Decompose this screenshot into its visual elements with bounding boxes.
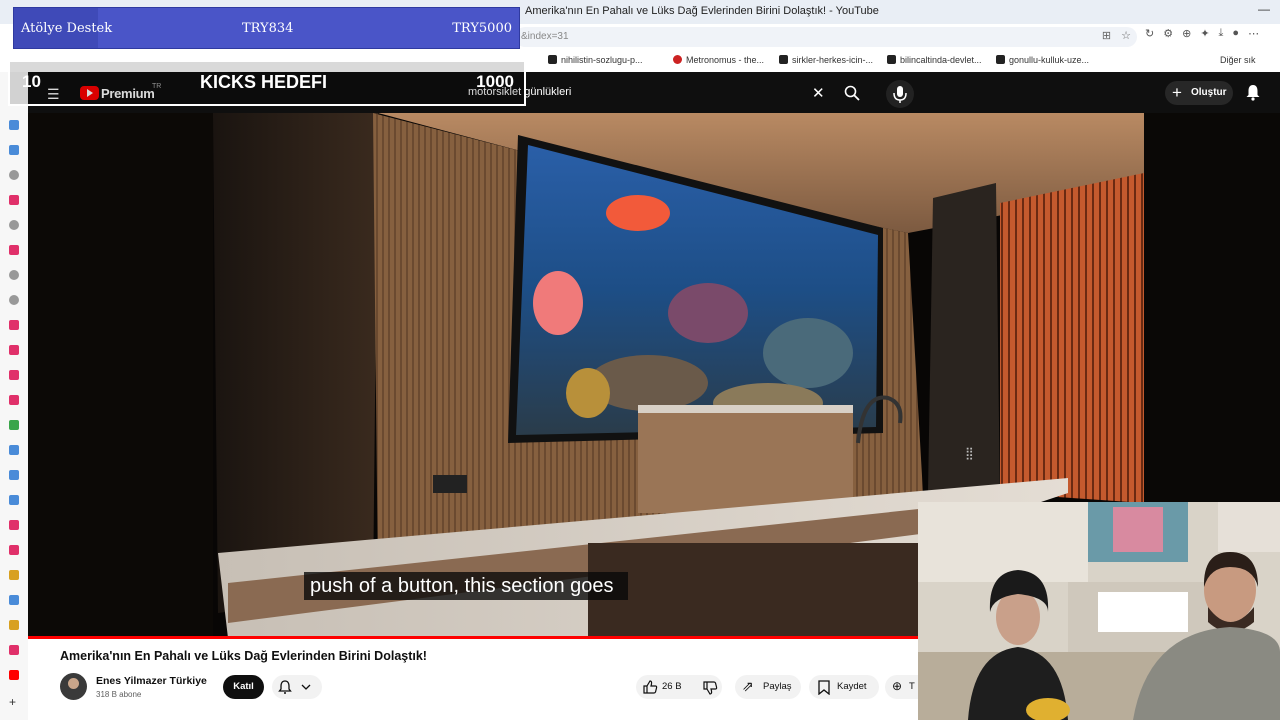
notifications-bell-icon[interactable]	[1245, 84, 1261, 101]
thanks-label: T	[909, 681, 915, 692]
webcam-feed	[918, 502, 1280, 720]
bell-icon	[278, 680, 311, 694]
bookmark-favicon-icon	[779, 55, 788, 64]
download-icon[interactable]: ⤓	[1219, 27, 1224, 40]
join-button[interactable]: Katıl	[223, 675, 264, 699]
search-icon[interactable]	[844, 85, 860, 101]
like-count: 26 B	[662, 681, 682, 692]
tab-favicon-icon[interactable]	[9, 595, 19, 605]
tab-favicon-icon[interactable]	[9, 520, 19, 530]
thanks-icon: ⊕	[892, 679, 903, 693]
globe-icon[interactable]	[9, 170, 19, 180]
share-label: Paylaş	[763, 681, 792, 692]
save-label: Kaydet	[837, 681, 867, 692]
kicks-title: KICKS HEDEFI	[200, 72, 328, 92]
plus-icon: +	[1172, 83, 1182, 102]
bookmark-favicon-icon	[996, 55, 1005, 64]
tab-favicon-icon[interactable]	[9, 245, 19, 255]
share-icon: ⇗	[742, 678, 754, 694]
tab-favicon-icon[interactable]	[9, 420, 19, 430]
more-menu-icon[interactable]: ⋯	[1248, 27, 1259, 40]
bookmark-favicon-icon	[887, 55, 896, 64]
tab-favicon-icon[interactable]	[9, 495, 19, 505]
puzzle-icon[interactable]: ✦	[1200, 27, 1209, 40]
bookmark-favicon-icon	[673, 55, 682, 64]
voice-search-button[interactable]	[886, 80, 914, 108]
tab-favicon-icon[interactable]	[9, 120, 19, 130]
tab-favicon-icon[interactable]	[9, 345, 19, 355]
bookmark-item[interactable]: sirkler-herkes-icin-...	[779, 55, 873, 65]
donation-label: Atölye Destek	[21, 21, 113, 36]
channel-name[interactable]: Enes Yilmazer Türkiye	[96, 675, 207, 687]
tab-favicon-icon[interactable]	[9, 570, 19, 580]
donation-target: TRY5000	[452, 21, 512, 36]
subscription-bell-button[interactable]	[272, 675, 322, 699]
tab-favicon-icon[interactable]	[9, 470, 19, 480]
install-app-icon[interactable]: ⊞	[1102, 29, 1111, 42]
tab-favicon-icon[interactable]	[9, 545, 19, 555]
save-button[interactable]: Kaydet	[809, 675, 879, 699]
video-subtitle: push of a button, this section goes	[304, 572, 628, 600]
side-tab-strip: +	[0, 72, 29, 720]
window-controls: —	[1258, 2, 1270, 16]
globe-icon[interactable]	[9, 295, 19, 305]
tab-favicon-icon[interactable]	[9, 395, 19, 405]
bookmark-item[interactable]: bilincaltinda-devlet...	[887, 55, 982, 65]
bookmark-favicon-icon	[548, 55, 557, 64]
like-dislike-group: 26 B	[636, 675, 722, 699]
video-title: Amerika'nın En Pahalı ve Lüks Dağ Evleri…	[60, 649, 427, 663]
minimize-icon[interactable]: —	[1258, 2, 1270, 16]
extension-icon[interactable]: ⚙	[1163, 27, 1173, 40]
kicks-current: 10	[22, 72, 41, 91]
donation-current: TRY834	[242, 21, 294, 36]
tab-favicon-icon[interactable]	[9, 195, 19, 205]
channel-avatar[interactable]	[60, 673, 87, 700]
donation-goal-bar: Atölye Destek TRY834 TRY5000	[13, 7, 520, 49]
globe-icon[interactable]	[9, 270, 19, 280]
bookmark-item[interactable]: Metronomus - the...	[673, 55, 764, 65]
tab-favicon-icon[interactable]	[9, 620, 19, 630]
clear-search-icon[interactable]: ✕	[812, 84, 825, 102]
tab-title[interactable]: Amerika'nın En Pahalı ve Lüks Dağ Evleri…	[525, 5, 879, 17]
drag-grid-icon[interactable]: ⣿	[965, 446, 974, 460]
bookmark-star-icon[interactable]: ☆	[1121, 29, 1131, 42]
like-icon[interactable]	[642, 679, 658, 695]
url-text: &index=31	[521, 31, 569, 42]
tab-favicon-icon[interactable]	[9, 645, 19, 655]
add-tab-icon[interactable]: +	[9, 695, 16, 709]
url-actions: ⊞ ☆	[1102, 29, 1131, 42]
tab-favicon-icon[interactable]	[9, 370, 19, 380]
url-field[interactable]: &index=31 ⊞ ☆	[515, 27, 1137, 47]
create-label: Oluştur	[1191, 87, 1227, 98]
bookmark-item[interactable]: nihilistin-sozlugu-p...	[548, 55, 643, 65]
tab-favicon-icon[interactable]	[9, 445, 19, 455]
globe-icon[interactable]	[9, 220, 19, 230]
profile-avatar-icon[interactable]: ●	[1232, 27, 1239, 40]
dislike-icon[interactable]	[702, 680, 718, 696]
refresh-icon[interactable]: ↻	[1145, 27, 1154, 40]
bookmark-item[interactable]: gonullu-kulluk-uze...	[996, 55, 1089, 65]
microphone-icon	[893, 86, 907, 103]
kicks-goal-box: 10 KICKS HEDEFI 1000	[8, 60, 526, 106]
create-button[interactable]: + Oluştur	[1165, 81, 1233, 105]
subscriber-count: 318 B abone	[96, 690, 142, 699]
thanks-button[interactable]: ⊕ T	[885, 675, 918, 699]
extension-toolbar: ↻ ⚙ ⊕ ✦ ⤓ ● ⋯	[1145, 27, 1259, 40]
save-bookmark-icon	[818, 680, 830, 695]
kicks-target: 1000	[476, 72, 514, 91]
webcam-overlay	[918, 502, 1280, 720]
tab-favicon-icon[interactable]	[9, 145, 19, 155]
other-bookmarks[interactable]: Diğer sık	[1220, 55, 1256, 65]
settings-icon[interactable]: ⊕	[1182, 27, 1191, 40]
share-button[interactable]: ⇗ Paylaş	[735, 675, 801, 699]
youtube-favicon-icon[interactable]	[9, 670, 19, 680]
tab-favicon-icon[interactable]	[9, 320, 19, 330]
